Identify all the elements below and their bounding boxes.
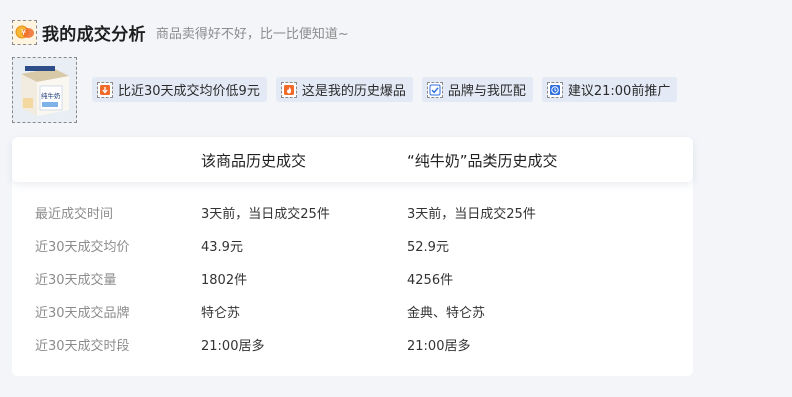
row-label: 近30天成交时段 bbox=[35, 339, 130, 354]
row-item-value: 21:00居多 bbox=[201, 339, 265, 354]
row-item-value: 43.9元 bbox=[201, 240, 243, 255]
table-row: 近30天成交时段 21:00居多 21:00居多 bbox=[12, 327, 693, 360]
clock-icon bbox=[546, 81, 563, 98]
row-item-value: 特仑苏 bbox=[201, 306, 241, 321]
table-row: 近30天成交量 1802件 4256件 bbox=[12, 261, 693, 294]
tag-label: 品牌与我匹配 bbox=[447, 84, 526, 99]
row-label: 近30天成交量 bbox=[35, 273, 117, 288]
tag-label: 比近30天成交均价低9元 bbox=[118, 84, 260, 99]
tag-label: 建议21:00前推广 bbox=[567, 84, 671, 99]
row-category-value: 金典、特仑苏 bbox=[407, 306, 486, 321]
product-image-label: 纯牛奶 bbox=[41, 91, 61, 100]
tag-history-hit: 这是我的历史爆品 bbox=[275, 77, 413, 102]
coins-icon: ¥ bbox=[12, 19, 37, 45]
row-label: 近30天成交均价 bbox=[35, 240, 130, 255]
arrow-down-icon bbox=[97, 81, 113, 98]
table-body: 最近成交时间 3天前，当日成交25件 3天前，当日成交25件 近30天成交均价 … bbox=[12, 195, 693, 360]
tag-price-lower: 比近30天成交均价低9元 bbox=[92, 77, 267, 102]
tag-label: 这是我的历史爆品 bbox=[301, 84, 406, 99]
row-item-value: 3天前，当日成交25件 bbox=[201, 207, 330, 222]
column-header-item: 该商品历史成交 bbox=[201, 152, 307, 170]
flame-icon bbox=[280, 81, 297, 98]
insight-tags: 比近30天成交均价低9元 这是我的历史爆品 品牌与我匹配 建议21:00前推广 bbox=[92, 77, 686, 102]
page-subtitle: 商品卖得好不好，比一比便知道~ bbox=[155, 26, 349, 42]
page-title: 我的成交分析 bbox=[42, 24, 146, 45]
column-header-category: “纯牛奶”品类历史成交 bbox=[407, 152, 558, 170]
table-row: 近30天成交均价 43.9元 52.9元 bbox=[12, 228, 693, 261]
row-category-value: 4256件 bbox=[407, 273, 454, 288]
row-category-value: 52.9元 bbox=[407, 240, 449, 255]
comparison-table: 该商品历史成交 “纯牛奶”品类历史成交 最近成交时间 3天前，当日成交25件 3… bbox=[12, 137, 693, 376]
product-image[interactable]: 纯牛奶 bbox=[12, 57, 77, 123]
row-item-value: 1802件 bbox=[201, 273, 248, 288]
table-row: 最近成交时间 3天前，当日成交25件 3天前，当日成交25件 bbox=[12, 195, 693, 228]
section-header: ¥ 我的成交分析 商品卖得好不好，比一比便知道~ bbox=[12, 19, 349, 45]
table-row: 近30天成交品牌 特仑苏 金典、特仑苏 bbox=[12, 294, 693, 327]
row-label: 近30天成交品牌 bbox=[35, 306, 130, 321]
svg-text:¥: ¥ bbox=[21, 28, 26, 37]
checkmark-icon bbox=[426, 81, 443, 98]
table-header: 该商品历史成交 “纯牛奶”品类历史成交 bbox=[12, 137, 693, 182]
tag-brand-match: 品牌与我匹配 bbox=[421, 77, 533, 102]
row-category-value: 3天前，当日成交25件 bbox=[407, 207, 536, 222]
tag-promo-time: 建议21:00前推广 bbox=[541, 77, 678, 102]
row-label: 最近成交时间 bbox=[35, 207, 114, 222]
row-category-value: 21:00居多 bbox=[407, 339, 471, 354]
